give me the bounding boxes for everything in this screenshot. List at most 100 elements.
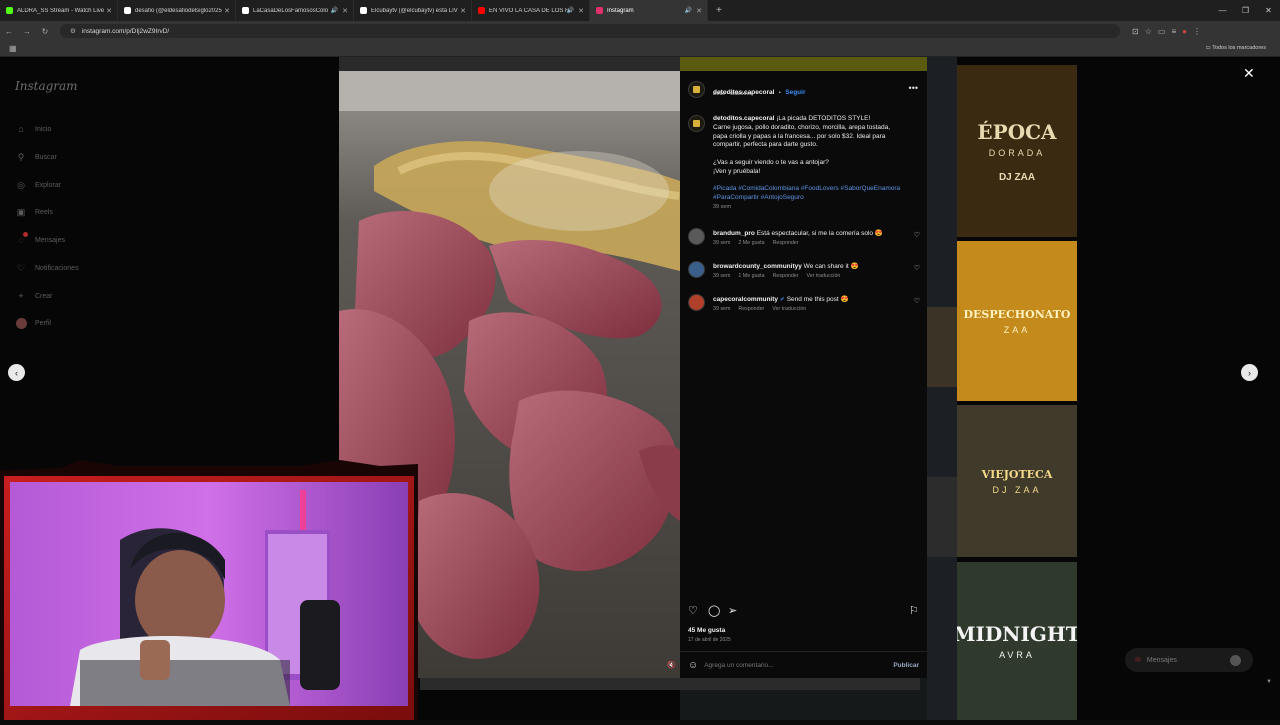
sidebar-item-explorar[interactable]: ◎ Explorar: [15, 179, 61, 191]
new-tab-icon[interactable]: +: [708, 5, 730, 16]
feed-poster[interactable]: ÉPOCA DORADA DJ ZAA: [957, 65, 1077, 237]
tab-audio-icon[interactable]: 🔊: [567, 7, 574, 14]
side-panel-icon[interactable]: ▭: [1158, 27, 1166, 36]
previous-post-arrow-icon[interactable]: ‹: [8, 364, 25, 381]
comment-text-row: capecoralcommunity ✔ Send me this post 😍: [713, 295, 903, 303]
reload-icon[interactable]: ↻: [36, 27, 54, 36]
hashtags[interactable]: #ParaCompartir #AntojoSeguro: [713, 194, 913, 203]
caption-timestamp[interactable]: 39 sem: [713, 203, 913, 212]
sidebar-item-perfil[interactable]: Perfil: [15, 317, 51, 329]
tab-audio-icon[interactable]: 🔊: [331, 7, 338, 14]
caption-author-avatar[interactable]: [688, 115, 705, 132]
commenter-avatar[interactable]: [688, 228, 705, 245]
comment-icon[interactable]: ◯: [708, 604, 720, 617]
share-send-icon[interactable]: ➢: [728, 604, 737, 617]
back-icon[interactable]: ←: [0, 27, 18, 36]
see-translation-button[interactable]: Ver traducción: [807, 273, 841, 279]
media-controls-icon[interactable]: ≡: [1171, 27, 1176, 36]
feed-poster[interactable]: DESPECHONATO ZAA: [957, 241, 1077, 401]
scroll-down-icon[interactable]: ▼: [1266, 679, 1274, 687]
comment-like-heart-icon[interactable]: ♡: [914, 264, 920, 272]
minimize-icon[interactable]: —: [1211, 0, 1234, 21]
commenter-username[interactable]: capecoralcommunity: [713, 296, 778, 303]
messages-pill[interactable]: ✉ Mensajes: [1125, 648, 1253, 672]
like-heart-icon[interactable]: ♡: [688, 604, 698, 617]
audio-artist[interactable]: Belle: [713, 91, 725, 97]
browser-tab[interactable]: EN VIVO LA CASA DE LOS F 🔊 ✕: [472, 0, 590, 21]
tab-close-icon[interactable]: ✕: [578, 7, 584, 15]
tab-audio-icon[interactable]: 🔊: [685, 7, 692, 14]
comment-likes[interactable]: 2 Me gusta: [738, 240, 764, 246]
tab-close-icon[interactable]: ✕: [460, 7, 466, 15]
emoji-icon[interactable]: ☺: [688, 660, 698, 671]
tab-label: LaCasaDeLosFamososColo: [253, 7, 329, 14]
sidebar-item-reels[interactable]: ▣ Reels: [15, 206, 53, 218]
save-bookmark-icon[interactable]: ⚐: [909, 604, 919, 617]
likes-count[interactable]: 45 Me gusta: [688, 627, 725, 634]
poster-subtitle: DORADA: [988, 147, 1046, 158]
tab-close-icon[interactable]: ✕: [106, 7, 112, 15]
follow-button[interactable]: Seguir: [785, 89, 805, 96]
feed-poster[interactable]: MIDNIGHT AVRA: [957, 562, 1077, 720]
commenter-avatar[interactable]: [688, 294, 705, 311]
commenter-username[interactable]: brandum_pro: [713, 230, 755, 237]
browser-tab[interactable]: ALDRA_SS Stream - Watch Live ✕: [0, 0, 118, 21]
see-translation-button[interactable]: Ver traducción: [772, 306, 806, 312]
audio-track[interactable]: sobelove: [730, 91, 752, 97]
more-options-icon[interactable]: •••: [909, 83, 918, 93]
post-header: detoditos.capecoral • Seguir Belle • sob…: [680, 71, 927, 109]
comment-like-heart-icon[interactable]: ♡: [914, 231, 920, 239]
forward-icon[interactable]: →: [18, 27, 36, 36]
comment-meta: 39 sem 2 Me gusta Responder: [713, 240, 807, 246]
browser-tab[interactable]: Elcubaytv (@elcubaytv) está LIV ✕: [354, 0, 472, 21]
author-avatar[interactable]: [688, 81, 705, 98]
tab-close-icon[interactable]: ✕: [696, 7, 702, 15]
comment-body: We can share it 😍: [803, 263, 859, 270]
publish-button[interactable]: Publicar: [893, 662, 919, 669]
browser-tab[interactable]: LaCasaDeLosFamososColo 🔊 ✕: [236, 0, 354, 21]
tab-close-icon[interactable]: ✕: [342, 7, 348, 15]
url-input[interactable]: ⚙ instagram.com/p/DIj2wZ9IrvD/: [60, 24, 1120, 38]
verified-badge-icon: ✔: [779, 297, 785, 303]
caption-line: compartir, perfecta para darte gusto.: [713, 141, 818, 149]
comment-body: Send me this post 😍: [786, 296, 849, 303]
sidebar-item-crear[interactable]: + Crear: [15, 290, 52, 302]
caption-username[interactable]: detoditos.capecoral: [713, 115, 774, 122]
feed-poster[interactable]: VIEJOTECA DJ ZAA: [957, 405, 1077, 557]
commenter-username[interactable]: browardcounty_communityy: [713, 263, 802, 270]
comment-like-heart-icon[interactable]: ♡: [914, 297, 920, 305]
tab-label: EN VIVO LA CASA DE LOS F: [489, 7, 569, 14]
reply-button[interactable]: Responder: [738, 306, 764, 312]
apps-grid-icon[interactable]: ▦: [9, 44, 17, 53]
comment-timestamp[interactable]: 39 sem: [713, 240, 730, 246]
profile-avatar-icon[interactable]: ●: [1182, 27, 1187, 36]
sidebar-item-buscar[interactable]: ⚲ Buscar: [15, 151, 57, 163]
next-post-arrow-icon[interactable]: ›: [1241, 364, 1258, 381]
comment-input[interactable]: [704, 661, 875, 669]
tab-close-icon[interactable]: ✕: [224, 7, 230, 15]
sidebar-item-inicio[interactable]: ⌂ Inicio: [15, 123, 51, 135]
bookmark-star-icon[interactable]: ☆: [1145, 27, 1152, 36]
all-bookmarks-link[interactable]: ▭ Todos los marcadores: [1206, 45, 1266, 51]
reply-button[interactable]: Responder: [773, 240, 799, 246]
reels-icon: ▣: [16, 206, 26, 217]
avatar: [1230, 654, 1241, 666]
commenter-avatar[interactable]: [688, 261, 705, 278]
close-icon[interactable]: ✕: [1243, 65, 1255, 82]
comment-timestamp[interactable]: 39 sem: [713, 273, 730, 279]
menu-icon[interactable]: ⋮: [1193, 27, 1201, 36]
comment-likes[interactable]: 1 Me gusta: [738, 273, 764, 279]
comment-timestamp[interactable]: 39 sem: [713, 306, 730, 312]
sidebar-item-mensajes[interactable]: ◌ Mensajes: [15, 232, 65, 246]
install-app-icon[interactable]: ⊡: [1132, 27, 1139, 36]
window-close-icon[interactable]: ✕: [1257, 0, 1280, 21]
instagram-logo[interactable]: Instagram: [15, 79, 78, 93]
browser-tab[interactable]: desafio (@eldesafiodelsiglo2025 ✕: [118, 0, 236, 21]
browser-tab[interactable]: Instagram 🔊 ✕: [590, 0, 708, 21]
site-info-icon[interactable]: ⚙: [70, 27, 76, 35]
reply-button[interactable]: Responder: [773, 273, 799, 279]
maximize-icon[interactable]: ❐: [1234, 0, 1257, 21]
hashtags[interactable]: #Picada #ComidaColombiana #FoodLovers #S…: [713, 185, 913, 194]
sidebar-item-notificaciones[interactable]: ♡ Notificaciones: [15, 262, 79, 274]
search-icon: ⚲: [17, 151, 25, 162]
